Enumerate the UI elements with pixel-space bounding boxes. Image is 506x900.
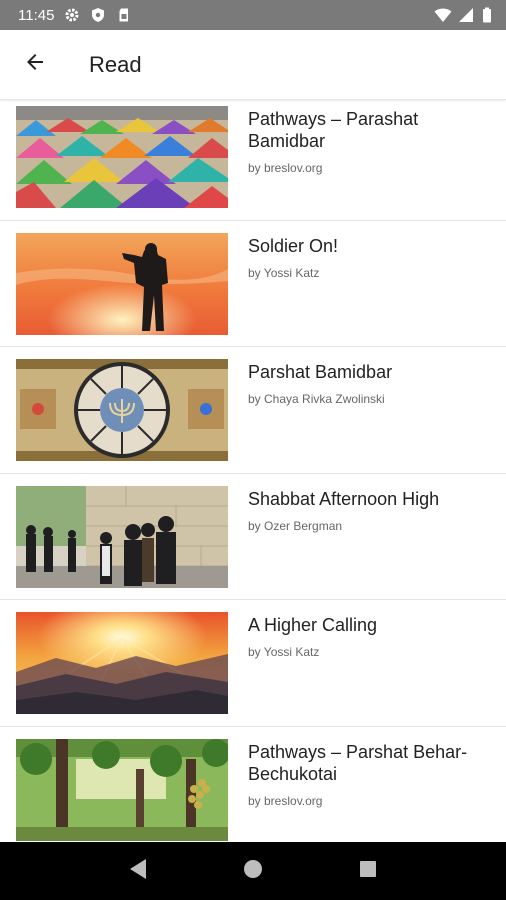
nav-home-button[interactable] xyxy=(233,851,273,891)
back-triangle-icon xyxy=(128,858,148,885)
article-title: Soldier On! xyxy=(248,235,339,256)
article-author: by Yossi Katz xyxy=(248,265,320,280)
article-author: by Ozer Bergman xyxy=(248,518,343,533)
article-list[interactable]: Pathways – Parashat Bamidbar by breslov.… xyxy=(0,100,506,842)
wifi-icon xyxy=(434,7,452,23)
app-bar: Read xyxy=(0,30,506,100)
article-thumbnail xyxy=(16,612,228,714)
home-circle-icon xyxy=(243,859,263,884)
article-author: by Chaya Rivka Zwolinski xyxy=(248,392,385,406)
article-thumbnail xyxy=(16,232,228,335)
status-bar: 11:45 xyxy=(0,0,506,30)
nav-recents-button[interactable] xyxy=(348,851,388,891)
recents-square-icon xyxy=(359,860,377,883)
article-author: by breslov.org xyxy=(248,161,323,175)
article-title: A Higher Calling xyxy=(248,615,378,635)
back-button[interactable] xyxy=(0,30,70,100)
article-author: by breslov.org xyxy=(248,793,323,808)
shield-icon xyxy=(90,7,106,23)
article-title: Parshat Bamidbar xyxy=(248,362,393,382)
page-title: Read xyxy=(89,51,142,77)
article-item[interactable]: Parshat Bamidbar by Chaya Rivka Zwolinsk… xyxy=(0,347,506,474)
signal-icon xyxy=(458,7,474,23)
nav-back-button[interactable] xyxy=(118,851,158,891)
sim-card-icon xyxy=(116,7,132,23)
status-time: 11:45 xyxy=(18,6,55,24)
article-item[interactable]: Pathways – Parashat Bamidbar by breslov.… xyxy=(0,100,506,221)
article-title: Pathways – Parashat Bamidbar xyxy=(248,109,419,151)
system-nav-bar xyxy=(0,842,506,900)
article-item[interactable]: Pathways – Parshat Behar-Bechukotai by b… xyxy=(0,727,506,843)
arrow-left-icon xyxy=(23,50,47,79)
article-item[interactable]: Shabbat Afternoon High by Ozer Bergman xyxy=(0,474,506,600)
article-thumbnail xyxy=(16,485,228,588)
article-thumbnail xyxy=(16,106,228,208)
article-title: Pathways – Parshat Behar-Bechukotai xyxy=(248,741,468,784)
article-item[interactable]: Soldier On! by Yossi Katz xyxy=(0,221,506,347)
article-thumbnail xyxy=(16,359,228,461)
article-thumbnail xyxy=(16,738,228,841)
article-author: by Yossi Katz xyxy=(248,645,320,659)
article-item[interactable]: A Higher Calling by Yossi Katz xyxy=(0,600,506,727)
gear-icon xyxy=(64,7,80,23)
battery-icon xyxy=(482,7,492,23)
article-title: Shabbat Afternoon High xyxy=(248,488,440,509)
